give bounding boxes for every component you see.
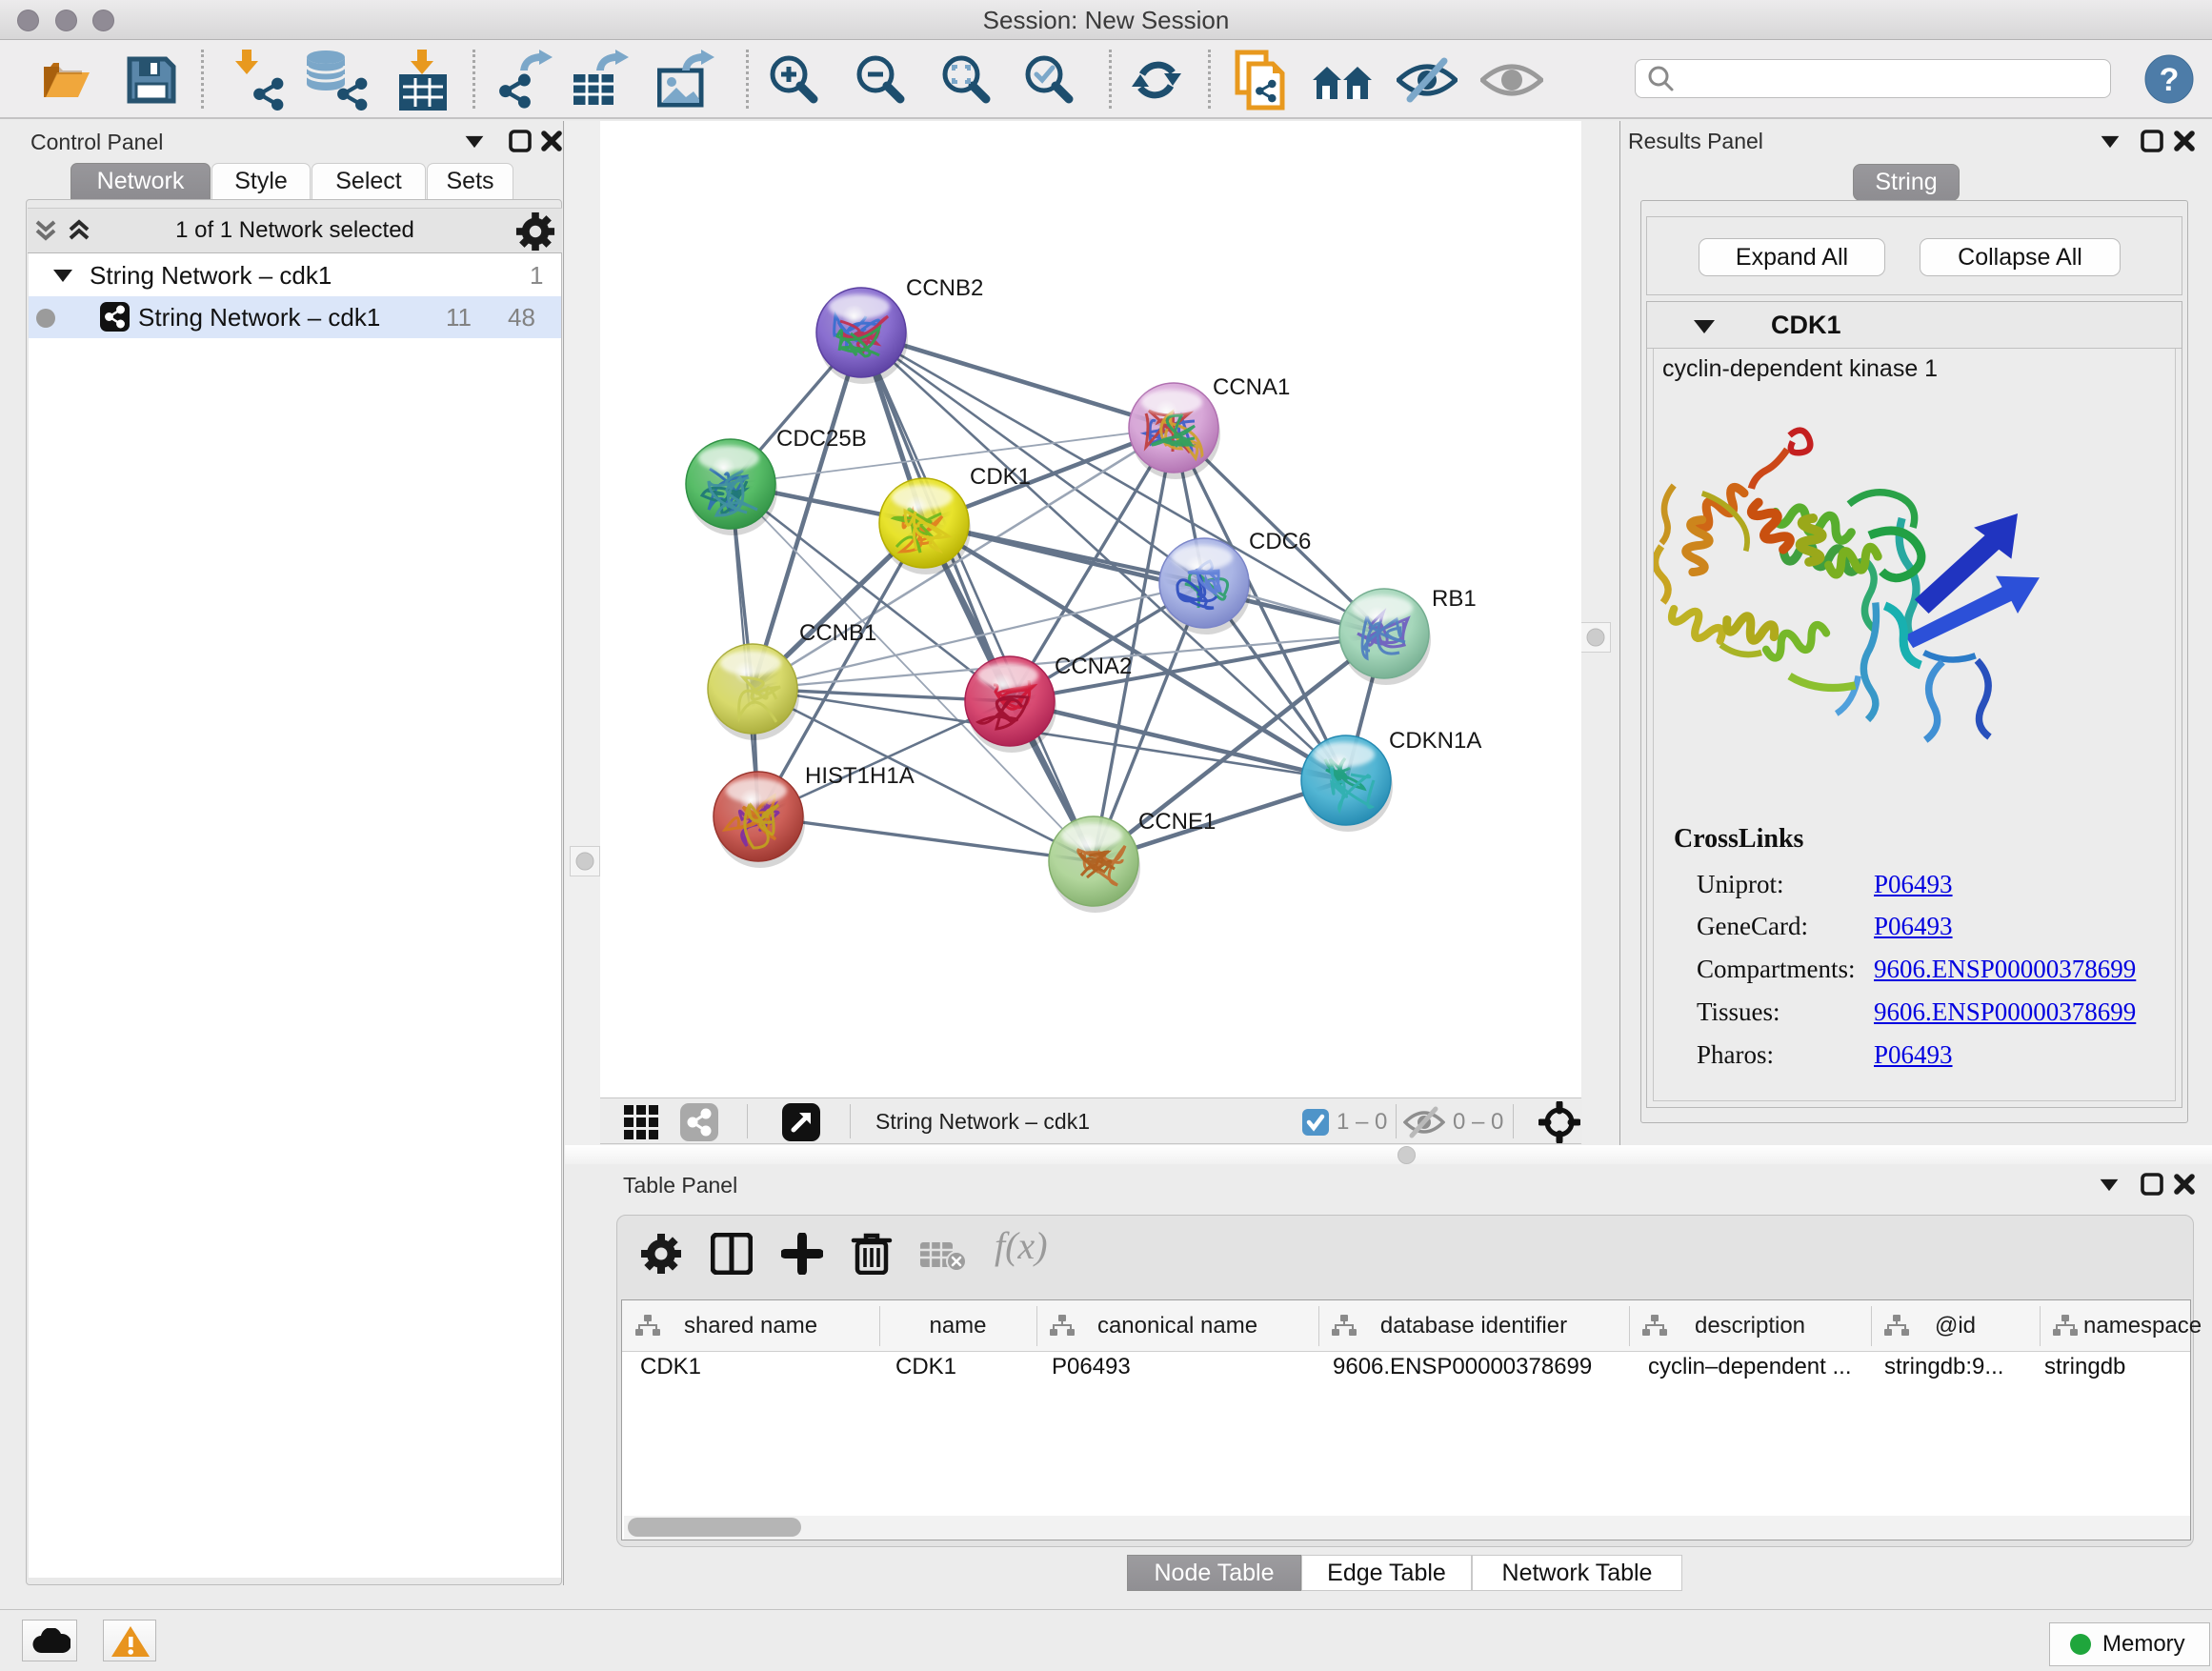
svg-text:CCNA1: CCNA1 <box>1213 374 1290 400</box>
svg-text:CCNB2: CCNB2 <box>906 275 983 301</box>
svg-text:RB1: RB1 <box>1432 586 1477 612</box>
svg-text:?: ? <box>2160 62 2180 98</box>
svg-text:CCNE1: CCNE1 <box>1138 809 1216 835</box>
svg-text:CDKN1A: CDKN1A <box>1389 728 1481 754</box>
svg-text:CCNA2: CCNA2 <box>1055 654 1132 679</box>
svg-text:CDC25B: CDC25B <box>776 426 867 452</box>
svg-text:CDK1: CDK1 <box>970 464 1031 490</box>
svg-text:CCNB1: CCNB1 <box>799 620 876 646</box>
svg-text:HIST1H1A: HIST1H1A <box>805 763 915 789</box>
svg-text:CDC6: CDC6 <box>1249 529 1311 554</box>
